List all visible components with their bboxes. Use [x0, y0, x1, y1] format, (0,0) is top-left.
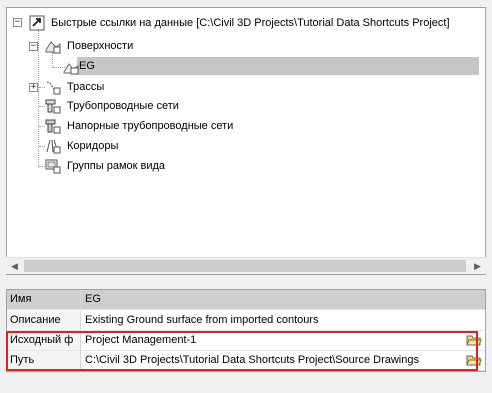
pipe-network-icon: [45, 98, 61, 114]
tree-item-view-frames[interactable]: Группы рамок вида: [45, 157, 168, 175]
tree-item-view-frames-label: Группы рамок вида: [67, 160, 166, 172]
grid-value-name: EG: [81, 290, 485, 309]
horizontal-scrollbar[interactable]: ◀ ▶: [6, 257, 486, 274]
grid-row-source-file[interactable]: Исходный ф Project Management-1: [7, 331, 485, 351]
grid-key-path: Путь: [7, 351, 81, 370]
alignment-icon: [45, 79, 61, 95]
grid-row-path[interactable]: Путь C:\Civil 3D Projects\Tutorial Data …: [7, 351, 485, 371]
corridor-icon: [45, 138, 61, 154]
collapse-root-toggle[interactable]: −: [13, 18, 22, 27]
tree-item-surfaces-label: Поверхности: [67, 40, 134, 52]
expand-alignments-toggle[interactable]: +: [29, 83, 38, 92]
tree-item-root[interactable]: Быстрые ссылки на данные [C:\Civil 3D Pr…: [29, 14, 453, 32]
grid-value-description[interactable]: Existing Ground surface from imported co…: [81, 311, 485, 330]
tree-item-corridors[interactable]: Коридоры: [45, 137, 121, 155]
surface-folder-icon: [45, 38, 61, 54]
surface-icon: [63, 59, 79, 75]
grid-row-name: Имя EG: [7, 290, 485, 310]
tree-item-corridors-label: Коридоры: [67, 140, 119, 152]
path-text: C:\Civil 3D Projects\Tutorial Data Short…: [85, 354, 419, 366]
scroll-right-icon[interactable]: ▶: [469, 258, 486, 275]
data-shortcuts-icon: [29, 15, 45, 31]
tree-item-alignments-label: Трассы: [67, 81, 105, 93]
tree-item-surfaces[interactable]: Поверхности: [45, 37, 136, 55]
view-frame-icon: [45, 158, 61, 174]
grid-value-source-file[interactable]: Project Management-1: [81, 331, 485, 350]
tree-item-alignments[interactable]: Трассы: [45, 78, 107, 96]
tree-item-pressure-networks-label: Напорные трубопроводные сети: [67, 120, 234, 132]
scroll-left-icon[interactable]: ◀: [6, 258, 23, 275]
collapse-surfaces-toggle[interactable]: −: [29, 42, 38, 51]
pressure-network-icon: [45, 118, 61, 134]
source-file-text: Project Management-1: [85, 334, 197, 346]
tree-item-eg[interactable]: EG: [77, 57, 479, 75]
tree-item-pressure-networks[interactable]: Напорные трубопроводные сети: [45, 117, 236, 135]
tree-item-pipe-networks-label: Трубопроводные сети: [67, 100, 179, 112]
grid-row-description[interactable]: Описание Existing Ground surface from im…: [7, 311, 485, 331]
grid-key-name: Имя: [7, 290, 81, 309]
properties-grid: Имя EG Описание Existing Ground surface …: [6, 289, 486, 372]
tree-item-pipe-networks[interactable]: Трубопроводные сети: [45, 97, 182, 115]
data-shortcuts-tree[interactable]: − − + Быстрые ссылки на данные [C:\Civil…: [6, 7, 486, 275]
browse-folder-icon[interactable]: [466, 353, 482, 367]
grid-key-description: Описание: [7, 311, 81, 330]
grid-key-source-file: Исходный ф: [7, 331, 81, 350]
grid-value-path[interactable]: C:\Civil 3D Projects\Tutorial Data Short…: [81, 351, 485, 370]
tree-item-root-label: Быстрые ссылки на данные [C:\Civil 3D Pr…: [51, 17, 450, 29]
scrollbar-thumb[interactable]: [24, 260, 466, 272]
open-folder-icon[interactable]: [466, 333, 482, 347]
